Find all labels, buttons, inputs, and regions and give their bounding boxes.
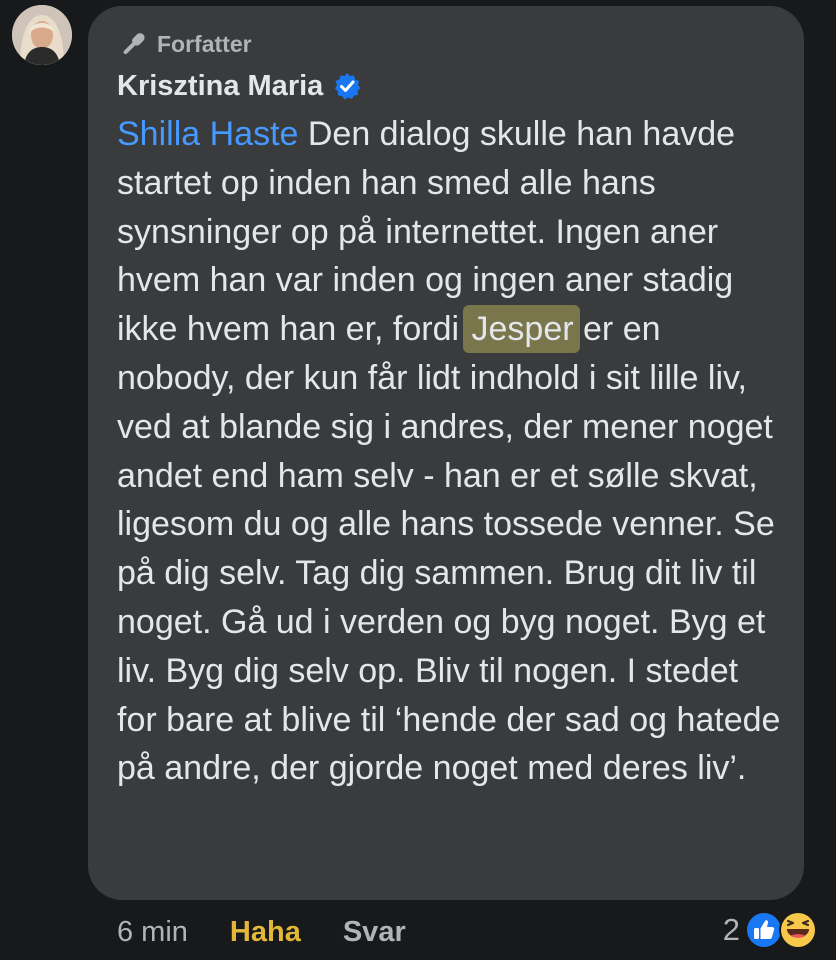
highlighted-word: Jesper: [462, 305, 580, 354]
verified-badge-icon: [335, 73, 361, 100]
reaction-summary[interactable]: 2: [723, 907, 818, 953]
comment-timestamp[interactable]: 6 min: [117, 916, 188, 949]
microphone-icon: [123, 33, 145, 55]
comment-thread: Forfatter Krisztina Maria Shilla Haste D…: [0, 0, 836, 960]
mention-link[interactable]: Shilla Haste: [117, 115, 298, 153]
comment-bubble: Forfatter Krisztina Maria Shilla Haste D…: [88, 6, 804, 900]
reply-button[interactable]: Svar: [343, 916, 406, 949]
author-role-label: Forfatter: [157, 30, 252, 57]
author-name-row: Krisztina Maria: [117, 66, 776, 106]
comment-actions: 6 min Haha Svar: [117, 912, 406, 952]
author-role-row: Forfatter: [117, 30, 776, 58]
comment-body: Shilla Haste Den dialog skulle han havde…: [117, 110, 782, 793]
author-avatar[interactable]: [12, 5, 72, 65]
haha-reaction-button[interactable]: Haha: [230, 916, 301, 949]
avatar-image: [12, 5, 72, 65]
author-name[interactable]: Krisztina Maria: [117, 70, 323, 103]
haha-emoji-icon: [779, 911, 817, 949]
reaction-count: 2: [722, 912, 740, 947]
comment-text-part-2: er en nobody, der kun får lidt indhold i…: [117, 310, 781, 788]
